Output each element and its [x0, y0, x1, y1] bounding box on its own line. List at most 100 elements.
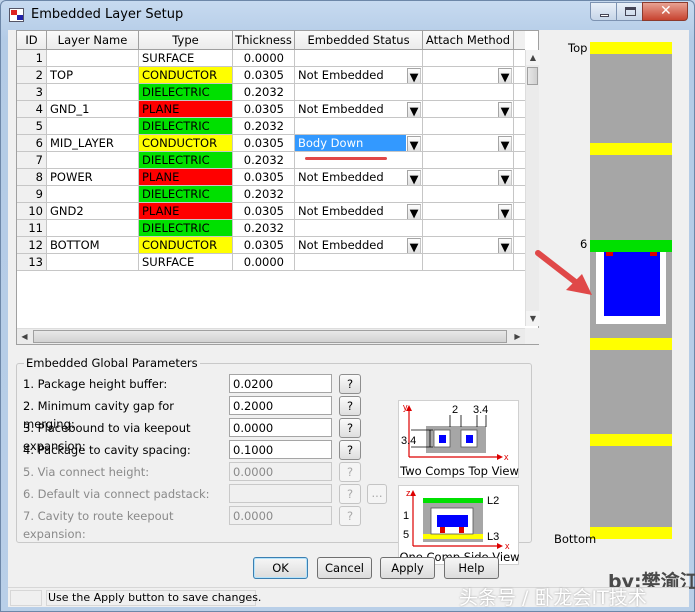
cell-thickness[interactable]: 0.2032	[233, 118, 295, 134]
table-row[interactable]: 13 SURFACE 0.0000	[17, 254, 525, 271]
status-dropdown-icon[interactable]: ▼	[407, 102, 421, 117]
attach-dropdown-icon[interactable]: ▼	[498, 102, 512, 117]
maximize-button[interactable]	[616, 2, 643, 21]
cell-embedded-status[interactable]: Body Down ▼	[295, 135, 423, 151]
cell-thickness[interactable]: 0.0305	[233, 237, 295, 253]
cell-thickness[interactable]: 0.0305	[233, 67, 295, 83]
attach-dropdown-icon[interactable]: ▼	[498, 170, 512, 185]
scroll-up-icon[interactable]: ▲	[526, 50, 540, 65]
table-row[interactable]: 2 TOP CONDUCTOR 0.0305 Not Embedded ▼ ▼	[17, 67, 525, 84]
cell-embedded-status[interactable]: Not Embedded ▼	[295, 169, 423, 185]
cell-layer-name[interactable]	[47, 220, 139, 236]
minimize-button[interactable]	[590, 2, 617, 21]
cell-layer-name[interactable]	[47, 84, 139, 100]
cell-embedded-status[interactable]: Not Embedded ▼	[295, 203, 423, 219]
cell-thickness[interactable]: 0.0305	[233, 101, 295, 117]
cell-thickness[interactable]: 0.0000	[233, 50, 295, 66]
cell-attach-method[interactable]: ▼	[423, 135, 514, 151]
table-row[interactable]: 6 MID_LAYER CONDUCTOR 0.0305 Body Down ▼ ▼	[17, 135, 525, 152]
table-row[interactable]: 9 DIELECTRIC 0.2032	[17, 186, 525, 203]
table-row[interactable]: 10 GND2 PLANE 0.0305 Not Embedded ▼ ▼	[17, 203, 525, 220]
cell-type[interactable]: PLANE	[139, 169, 233, 185]
header-type[interactable]: Type	[139, 31, 233, 49]
table-row[interactable]: 4 GND_1 PLANE 0.0305 Not Embedded ▼ ▼	[17, 101, 525, 118]
status-dropdown-icon[interactable]: ▼	[407, 204, 421, 219]
cell-layer-name[interactable]: GND2	[47, 203, 139, 219]
vertical-scroll-thumb[interactable]	[527, 67, 538, 85]
header-embedded-status[interactable]: Embedded Status	[295, 31, 423, 49]
cell-layer-name[interactable]: MID_LAYER	[47, 135, 139, 151]
param-help-button-1[interactable]: ?	[339, 374, 361, 394]
cell-type[interactable]: CONDUCTOR	[139, 135, 233, 151]
cell-layer-name[interactable]	[47, 152, 139, 168]
table-row[interactable]: 1 SURFACE 0.0000	[17, 50, 525, 67]
cell-type[interactable]: PLANE	[139, 101, 233, 117]
cell-attach-method[interactable]: ▼	[423, 67, 514, 83]
cell-thickness[interactable]: 0.0000	[233, 254, 295, 270]
param-help-button-3[interactable]: ?	[339, 418, 361, 438]
cell-type[interactable]: DIELECTRIC	[139, 186, 233, 202]
cancel-button[interactable]: Cancel	[317, 557, 372, 579]
cell-type[interactable]: DIELECTRIC	[139, 84, 233, 100]
cell-type[interactable]: PLANE	[139, 203, 233, 219]
cell-attach-method[interactable]: ▼	[423, 169, 514, 185]
status-dropdown-icon[interactable]: ▼	[407, 136, 421, 151]
cell-type[interactable]: DIELECTRIC	[139, 152, 233, 168]
cell-embedded-status[interactable]: Not Embedded ▼	[295, 101, 423, 117]
cell-thickness[interactable]: 0.2032	[233, 84, 295, 100]
cell-embedded-status[interactable]: Not Embedded ▼	[295, 67, 423, 83]
apply-button[interactable]: Apply	[380, 557, 435, 579]
cell-layer-name[interactable]: GND_1	[47, 101, 139, 117]
attach-dropdown-icon[interactable]: ▼	[498, 204, 512, 219]
scroll-right-icon[interactable]: ▶	[510, 329, 525, 344]
cell-thickness[interactable]: 0.2032	[233, 186, 295, 202]
scroll-down-icon[interactable]: ▼	[526, 311, 540, 326]
cell-thickness[interactable]: 0.2032	[233, 220, 295, 236]
cell-type[interactable]: SURFACE	[139, 50, 233, 66]
table-row[interactable]: 7 DIELECTRIC 0.2032	[17, 152, 525, 169]
cell-thickness[interactable]: 0.0305	[233, 203, 295, 219]
horizontal-scroll-thumb[interactable]	[33, 330, 507, 343]
cell-type[interactable]: DIELECTRIC	[139, 118, 233, 134]
table-row[interactable]: 8 POWER PLANE 0.0305 Not Embedded ▼ ▼	[17, 169, 525, 186]
cell-thickness[interactable]: 0.0305	[233, 169, 295, 185]
close-button[interactable]: ✕	[642, 2, 688, 21]
header-attach-method[interactable]: Attach Method	[423, 31, 514, 49]
help-button[interactable]: Help	[444, 557, 499, 579]
cell-type[interactable]: CONDUCTOR	[139, 67, 233, 83]
param-input-3[interactable]: 0.0000	[229, 418, 332, 437]
cell-type[interactable]: DIELECTRIC	[139, 220, 233, 236]
cell-attach-method[interactable]: ▼	[423, 101, 514, 117]
param-input-2[interactable]: 0.2000	[229, 396, 332, 415]
status-dropdown-icon[interactable]: ▼	[407, 170, 421, 185]
cell-layer-name[interactable]	[47, 254, 139, 270]
cell-thickness[interactable]: 0.2032	[233, 152, 295, 168]
param-help-button-2[interactable]: ?	[339, 396, 361, 416]
scroll-left-icon[interactable]: ◀	[17, 329, 32, 344]
ok-button[interactable]: OK	[253, 557, 308, 579]
cell-layer-name[interactable]	[47, 186, 139, 202]
cell-type[interactable]: CONDUCTOR	[139, 237, 233, 253]
header-layer-name[interactable]: Layer Name	[47, 31, 139, 49]
cell-attach-method[interactable]: ▼	[423, 237, 514, 253]
attach-dropdown-icon[interactable]: ▼	[498, 68, 512, 83]
status-dropdown-icon[interactable]: ▼	[407, 238, 421, 253]
header-thickness[interactable]: Thickness	[233, 31, 295, 49]
cell-layer-name[interactable]: BOTTOM	[47, 237, 139, 253]
table-row[interactable]: 5 DIELECTRIC 0.2032	[17, 118, 525, 135]
cell-layer-name[interactable]: TOP	[47, 67, 139, 83]
param-input-4[interactable]: 0.1000	[229, 440, 332, 459]
table-row[interactable]: 3 DIELECTRIC 0.2032	[17, 84, 525, 101]
attach-dropdown-icon[interactable]: ▼	[498, 238, 512, 253]
status-dropdown-icon[interactable]: ▼	[407, 68, 421, 83]
cell-thickness[interactable]: 0.0305	[233, 135, 295, 151]
header-id[interactable]: ID	[17, 31, 47, 49]
cell-layer-name[interactable]	[47, 50, 139, 66]
cell-embedded-status[interactable]: Not Embedded ▼	[295, 237, 423, 253]
cell-layer-name[interactable]: POWER	[47, 169, 139, 185]
cell-type[interactable]: SURFACE	[139, 254, 233, 270]
horizontal-scrollbar[interactable]: ◀ ▶	[17, 328, 525, 344]
attach-dropdown-icon[interactable]: ▼	[498, 136, 512, 151]
table-row[interactable]: 12 BOTTOM CONDUCTOR 0.0305 Not Embedded ▼ ▼	[17, 237, 525, 254]
cell-attach-method[interactable]: ▼	[423, 203, 514, 219]
